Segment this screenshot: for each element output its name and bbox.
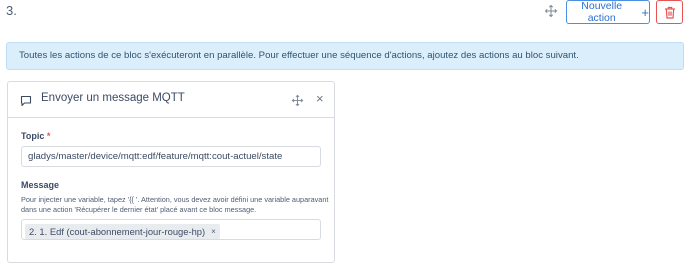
topic-input[interactable] (21, 146, 321, 167)
new-action-label: Nouvelle action (581, 0, 623, 24)
step-header: 3. Nouvelle action + (0, 0, 690, 26)
variable-tag: 2. 1. Edf (cout-abonnement-jour-rouge-hp… (25, 224, 220, 239)
trash-icon (664, 6, 675, 19)
delete-block-button[interactable] (656, 0, 683, 24)
variable-tag-label: 2. 1. Edf (cout-abonnement-jour-rouge-hp… (29, 226, 206, 237)
card-title: Envoyer un message MQTT (41, 92, 185, 104)
move-icon[interactable] (544, 4, 558, 18)
remove-tag-icon[interactable]: × (211, 227, 216, 236)
required-mark: * (46, 131, 51, 141)
message-help-text: Pour injecter une variable, tapez '{{ '.… (21, 195, 329, 214)
step-number: 3. (6, 3, 17, 18)
new-action-button[interactable]: Nouvelle action + (566, 0, 650, 24)
plus-icon: + (641, 4, 649, 20)
parallel-info-alert: Toutes les actions de ce bloc s'exécuter… (6, 42, 684, 70)
mqtt-action-card: Envoyer un message MQTT × Topic * Messag… (7, 81, 335, 263)
message-icon (20, 94, 32, 107)
message-label: Message (21, 180, 60, 190)
close-icon[interactable]: × (316, 92, 324, 105)
topic-label-text: Topic (21, 131, 45, 141)
message-tag-input[interactable]: 2. 1. Edf (cout-abonnement-jour-rouge-hp… (21, 219, 321, 240)
topic-label: Topic * (21, 131, 50, 141)
card-header: Envoyer un message MQTT × (8, 82, 334, 118)
drag-handle-icon[interactable] (291, 94, 304, 107)
